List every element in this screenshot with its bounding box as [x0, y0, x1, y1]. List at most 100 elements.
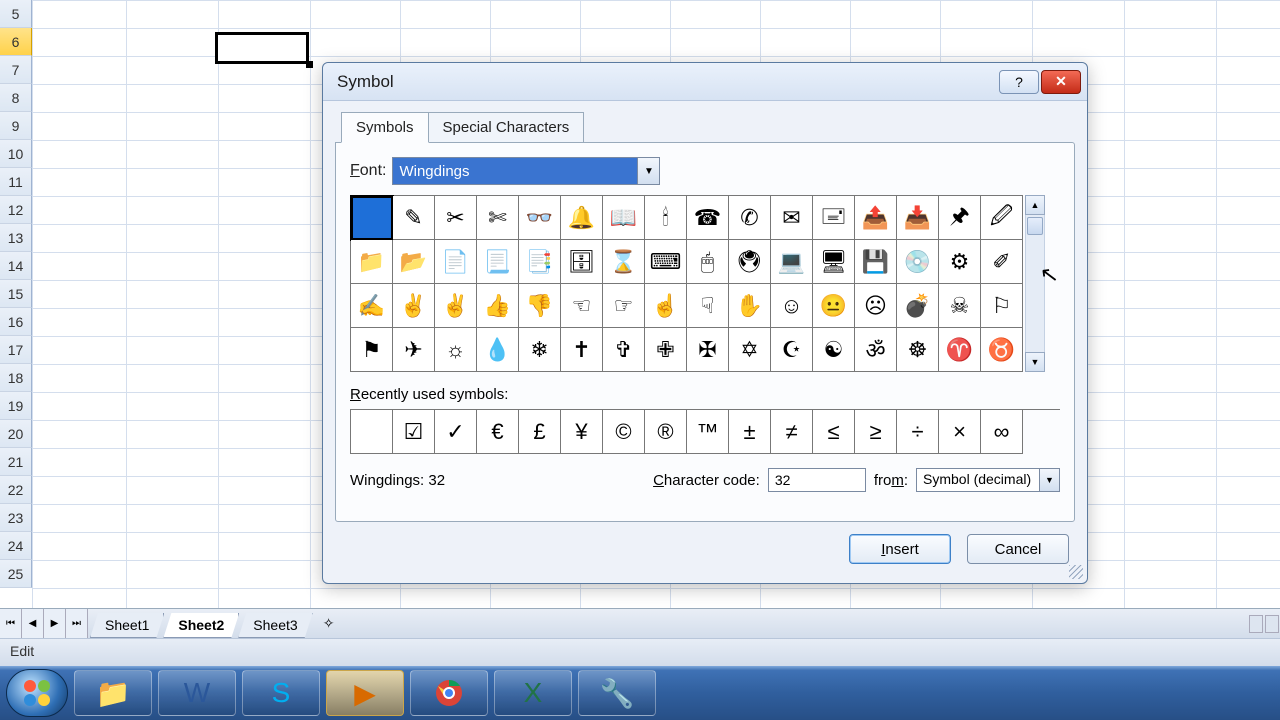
row-header[interactable]: 21 — [0, 448, 32, 476]
recent-symbol-cell[interactable]: ≠ — [771, 410, 813, 454]
tab-symbols[interactable]: Symbols — [341, 112, 429, 143]
recent-symbol-cell[interactable]: ¥ — [561, 410, 603, 454]
row-header[interactable]: 7 — [0, 56, 32, 84]
recent-symbol-cell[interactable]: € — [477, 410, 519, 454]
symbol-cell[interactable]: 🖥 — [813, 240, 855, 284]
taskbar-media[interactable]: ▶ — [326, 670, 404, 716]
symbol-cell[interactable]: 📃 — [477, 240, 519, 284]
from-combo[interactable]: Symbol (decimal) ▼ — [916, 468, 1060, 492]
sheet-tab[interactable]: Sheet3 — [238, 613, 312, 638]
first-sheet-icon[interactable]: ⏮ — [0, 609, 22, 638]
row-header[interactable]: 24 — [0, 532, 32, 560]
symbol-cell[interactable]: ☜ — [561, 284, 603, 328]
symbol-cell[interactable]: ✉ — [771, 196, 813, 240]
symbol-cell[interactable]: ✐ — [981, 240, 1023, 284]
row-header[interactable]: 25 — [0, 560, 32, 588]
symbol-cell[interactable]: 👎 — [519, 284, 561, 328]
symbol-cell[interactable]: ☟ — [687, 284, 729, 328]
row-header[interactable]: 17 — [0, 336, 32, 364]
start-button[interactable] — [6, 669, 68, 717]
symbol-cell[interactable]: ✂ — [435, 196, 477, 240]
character-code-input[interactable] — [768, 468, 866, 492]
symbol-cell[interactable]: ✍ — [351, 284, 393, 328]
close-button[interactable]: ✕ — [1041, 70, 1081, 94]
row-header[interactable]: 18 — [0, 364, 32, 392]
taskbar-explorer[interactable]: 📁 — [74, 670, 152, 716]
symbol-cell[interactable]: 📤 — [855, 196, 897, 240]
row-header[interactable]: 12 — [0, 196, 32, 224]
symbol-cell[interactable]: 😐 — [813, 284, 855, 328]
recent-symbol-cell[interactable]: ∞ — [981, 410, 1023, 454]
taskbar-word[interactable]: W — [158, 670, 236, 716]
symbol-cell[interactable]: ☞ — [603, 284, 645, 328]
scroll-thumb[interactable] — [1027, 217, 1043, 235]
symbol-cell[interactable]: ⚐ — [981, 284, 1023, 328]
row-header[interactable]: 11 — [0, 168, 32, 196]
row-header[interactable]: 10 — [0, 140, 32, 168]
symbol-cell[interactable]: ☼ — [435, 328, 477, 372]
recent-symbol-cell[interactable]: ≤ — [813, 410, 855, 454]
scroll-down-icon[interactable]: ▼ — [1025, 352, 1045, 372]
symbol-cell[interactable]: ☠ — [939, 284, 981, 328]
recent-symbol-cell[interactable]: ≥ — [855, 410, 897, 454]
symbol-cell[interactable]: ❄ — [519, 328, 561, 372]
hscroll-right[interactable] — [1265, 615, 1279, 633]
font-combo[interactable]: ▼ — [392, 157, 660, 185]
recent-symbol-cell[interactable]: ® — [645, 410, 687, 454]
insert-button[interactable]: Insert — [849, 534, 951, 564]
symbol-cell[interactable]: 🕯 — [645, 196, 687, 240]
prev-sheet-icon[interactable]: ◀ — [22, 609, 44, 638]
dialog-titlebar[interactable]: Symbol ? ✕ — [323, 63, 1087, 101]
symbol-cell[interactable]: ☝ — [645, 284, 687, 328]
row-header[interactable]: 13 — [0, 224, 32, 252]
symbol-cell[interactable]: ☺ — [771, 284, 813, 328]
recent-symbol-cell[interactable] — [351, 410, 393, 454]
symbol-cell[interactable] — [351, 196, 393, 240]
symbol-cell[interactable]: ⌨ — [645, 240, 687, 284]
resize-grip[interactable] — [1069, 565, 1083, 579]
symbol-cell[interactable]: 💣 — [897, 284, 939, 328]
chevron-down-icon[interactable]: ▼ — [1039, 469, 1059, 491]
symbol-cell[interactable]: 🖱 — [687, 240, 729, 284]
symbol-cell[interactable]: 📂 — [393, 240, 435, 284]
row-header[interactable]: 15 — [0, 280, 32, 308]
symbol-cell[interactable]: 🖃 — [813, 196, 855, 240]
symbol-cell[interactable]: 🔔 — [561, 196, 603, 240]
symbol-cell[interactable]: 📖 — [603, 196, 645, 240]
scroll-up-icon[interactable]: ▲ — [1025, 195, 1045, 215]
symbol-cell[interactable]: ✙ — [645, 328, 687, 372]
symbol-cell[interactable]: ✈ — [393, 328, 435, 372]
symbol-cell[interactable]: ✌ — [393, 284, 435, 328]
symbol-cell[interactable]: 🗄 — [561, 240, 603, 284]
recent-symbol-cell[interactable]: × — [939, 410, 981, 454]
symbol-cell[interactable]: ☹ — [855, 284, 897, 328]
hscroll-left[interactable] — [1249, 615, 1263, 633]
symbol-cell[interactable]: ♈ — [939, 328, 981, 372]
symbol-cell[interactable]: ✝ — [561, 328, 603, 372]
symbol-cell[interactable]: ✡ — [729, 328, 771, 372]
symbol-cell[interactable]: 👍 — [477, 284, 519, 328]
help-button[interactable]: ? — [999, 70, 1039, 94]
cancel-button[interactable]: Cancel — [967, 534, 1069, 564]
taskbar-skype[interactable]: S — [242, 670, 320, 716]
symbol-cell[interactable]: ✋ — [729, 284, 771, 328]
symbol-cell[interactable]: ✆ — [729, 196, 771, 240]
symbol-cell[interactable]: 🖈 — [939, 196, 981, 240]
symbol-cell[interactable]: ✞ — [603, 328, 645, 372]
last-sheet-icon[interactable]: ⏭ — [66, 609, 88, 638]
row-header[interactable]: 22 — [0, 476, 32, 504]
row-header[interactable]: 5 — [0, 0, 32, 28]
new-sheet-icon[interactable]: ✧ — [316, 609, 342, 638]
row-header[interactable]: 23 — [0, 504, 32, 532]
symbol-cell[interactable]: ✌ — [435, 284, 477, 328]
recent-symbol-cell[interactable]: ™ — [687, 410, 729, 454]
symbol-cell[interactable]: ☎ — [687, 196, 729, 240]
sheet-tab[interactable]: Sheet2 — [163, 613, 239, 638]
symbol-cell[interactable]: ⚑ — [351, 328, 393, 372]
symbol-cell[interactable]: 👓 — [519, 196, 561, 240]
symbol-cell[interactable]: 📁 — [351, 240, 393, 284]
chevron-down-icon[interactable]: ▼ — [637, 158, 659, 184]
symbol-cell[interactable]: ✠ — [687, 328, 729, 372]
symbol-cell[interactable]: ☪ — [771, 328, 813, 372]
font-input[interactable] — [393, 158, 637, 184]
